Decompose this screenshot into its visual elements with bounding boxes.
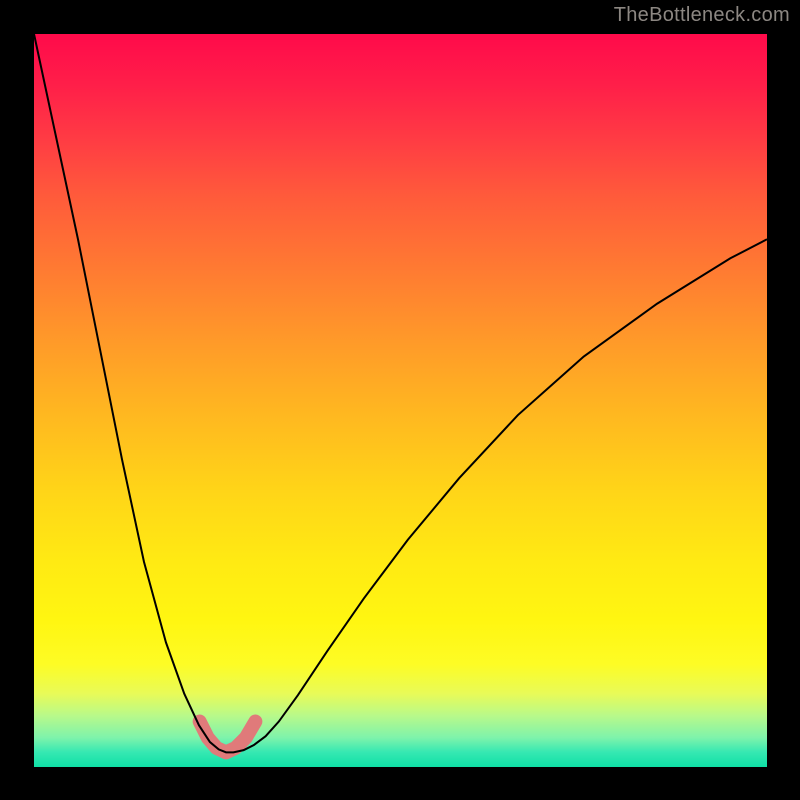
chart-svg [34, 34, 767, 767]
chart-frame: TheBottleneck.com [0, 0, 800, 800]
main-curve [34, 34, 767, 752]
plot-area [34, 34, 767, 767]
watermark-text: TheBottleneck.com [614, 4, 790, 27]
